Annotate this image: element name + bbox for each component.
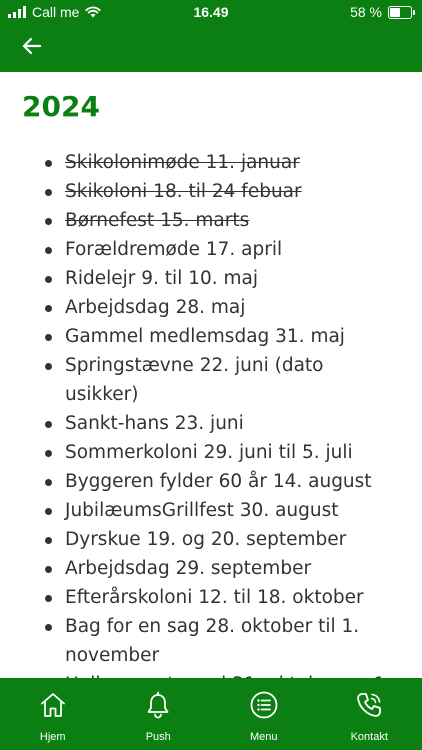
event-item: Bag for en sag 28. oktober til 1. novemb… [0, 612, 422, 670]
bullet-icon [45, 508, 52, 515]
event-text: Skikolonimøde 11. januar [65, 152, 300, 173]
event-text: Arbejdsdag 29. september [65, 558, 312, 579]
event-item: Gammel medlemsdag 31. maj [0, 322, 422, 351]
event-item: Forældremøde 17. april [0, 235, 422, 264]
event-item: Halloween tunnel 31. oktober og 1. [0, 670, 422, 678]
event-text: Dyrskue 19. og 20. september [65, 529, 347, 550]
event-text: Arbejdsdag 28. maj [65, 297, 246, 318]
event-item: Dyrskue 19. og 20. september [0, 525, 422, 554]
bullet-icon [45, 305, 52, 312]
tab-menu-label: Menu [249, 731, 278, 743]
bullet-icon [45, 479, 52, 486]
event-item: Ridelejr 9. til 10. maj [0, 264, 422, 293]
battery-percentage: 58 % [350, 4, 382, 20]
page-content: 2024 Skikolonimøde 11. januar Skikoloni 1… [0, 72, 422, 678]
tab-contact[interactable]: Kontakt [317, 678, 422, 750]
tab-home-label: Hjem [39, 731, 66, 743]
bullet-icon [45, 421, 52, 428]
event-item: Sankt-hans 23. juni [0, 409, 422, 438]
phone-icon [357, 693, 382, 717]
battery-icon [388, 5, 415, 19]
bullet-icon [45, 189, 52, 196]
arrow-left-icon [22, 37, 42, 55]
event-text: Skikoloni 18. til 24 febuar [65, 181, 302, 202]
bullet-icon [45, 624, 52, 631]
event-text: Sankt-hans 23. juni [65, 413, 244, 434]
event-text: Børnefest 15. marts [65, 210, 250, 231]
tab-push-label: Push [145, 731, 171, 743]
bullet-icon [45, 247, 52, 254]
app-header: Call me 16.49 58 % [0, 0, 422, 72]
event-item: Efterårskoloni 12. til 18. oktober [0, 583, 422, 612]
bullet-icon [45, 537, 52, 544]
event-list: Skikolonimøde 11. januar Skikoloni 18. ti… [0, 148, 422, 678]
event-text: JubilæumsGrillfest 30. august [65, 500, 339, 521]
home-icon [40, 693, 65, 717]
menu-icon [250, 691, 278, 719]
event-text: Gammel medlemsdag 31. maj [65, 326, 345, 347]
event-item: Springstævne 22. juni (dato usikker) [0, 351, 422, 409]
event-text: Ridelejr 9. til 10. maj [65, 268, 259, 289]
event-text: Efterårskoloni 12. til 18. oktober [65, 587, 364, 608]
bullet-icon [45, 218, 52, 225]
bullet-icon [45, 363, 52, 370]
event-item: Skikolonimøde 11. januar [0, 148, 422, 177]
bullet-icon [45, 595, 52, 602]
battery-nub [413, 9, 415, 15]
tab-push[interactable]: Push [106, 678, 212, 750]
event-item: Skikoloni 18. til 24 febuar [0, 177, 422, 206]
tab-menu[interactable]: Menu [211, 678, 317, 750]
bullet-icon [45, 566, 52, 573]
event-item: JubilæumsGrillfest 30. august [0, 496, 422, 525]
event-text: Forældremøde 17. april [65, 239, 283, 260]
event-item: Arbejdsdag 29. september [0, 554, 422, 583]
page-title: 2024 [22, 90, 100, 123]
bullet-icon [45, 450, 52, 457]
event-item: Arbejdsdag 28. maj [0, 293, 422, 322]
event-text: Sommerkoloni 29. juni til 5. juli [65, 442, 353, 463]
event-item: Børnefest 15. marts [0, 206, 422, 235]
tab-home[interactable]: Hjem [0, 678, 106, 750]
event-text: Byggeren fylder 60 år 14. august [65, 471, 372, 492]
event-text: Bag for en sag 28. oktober til 1. novemb… [65, 616, 360, 666]
bell-icon [147, 691, 169, 719]
tab-contact-label: Kontakt [350, 731, 388, 743]
battery-level [390, 7, 400, 17]
bullet-icon [45, 276, 52, 283]
tab-bar: Hjem Push Menu Kontakt [0, 678, 422, 750]
status-right: 58 % [350, 4, 415, 20]
bullet-icon [45, 334, 52, 341]
back-button[interactable] [14, 32, 50, 60]
status-bar: Call me 16.49 58 % [0, 0, 422, 24]
event-item: Sommerkoloni 29. juni til 5. juli [0, 438, 422, 467]
event-text: Springstævne 22. juni (dato usikker) [65, 355, 324, 405]
bullet-icon [45, 160, 52, 167]
event-item: Byggeren fylder 60 år 14. august [0, 467, 422, 496]
